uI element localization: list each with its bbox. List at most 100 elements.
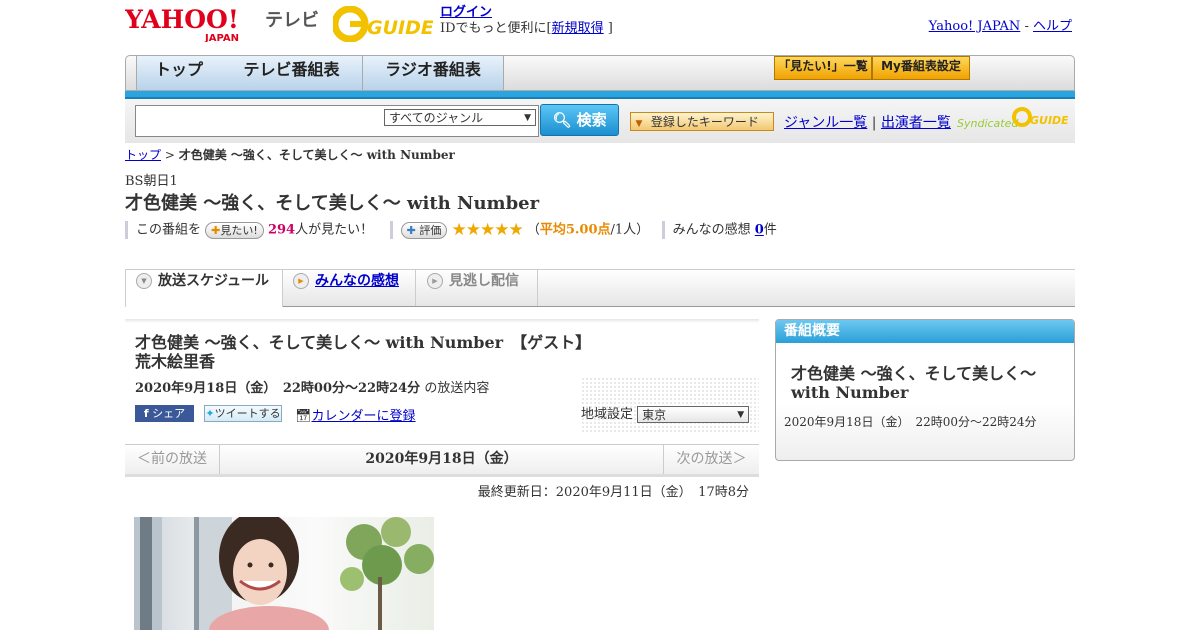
region-select[interactable]: 東京 ▼ xyxy=(637,406,750,423)
genre-select[interactable]: すべてのジャンル ▼ xyxy=(384,109,536,126)
tab-tv-schedule[interactable]: テレビ番組表 xyxy=(221,56,363,90)
play-icon: ▶ xyxy=(427,273,443,289)
rate-button-label: 評価 xyxy=(419,223,442,237)
search-links: ジャンル一覧 | 出演者一覧 xyxy=(784,112,951,132)
plus-icon: ✚ xyxy=(406,223,416,237)
search-button[interactable]: 🔍︎ 検索 xyxy=(540,104,619,136)
search-icon: 🔍︎ xyxy=(552,111,572,129)
this-program-label: この番組を xyxy=(136,222,202,238)
header-right-links: Yahoo! JAPAN - ヘルプ xyxy=(929,15,1072,34)
region-label: 地域設定 xyxy=(581,407,634,422)
plus-icon: ✚ xyxy=(211,223,221,237)
overview-header: 番組概要 xyxy=(776,320,1074,343)
page-title: 才色健美 ～強く、そして美しく～ with Number xyxy=(125,193,540,214)
yahoo-japan-logo[interactable]: YAHOO! JAPAN xyxy=(125,6,263,42)
gguide-logo: GUIDE xyxy=(333,6,433,42)
genre-list-link[interactable]: ジャンル一覧 xyxy=(784,115,867,131)
search-bar: すべてのジャンル ▼ 🔍︎ 検索 ▼ 登録したキーワード ジャンル一覧 | 出演… xyxy=(125,99,1075,143)
search-button-label: 検索 xyxy=(576,111,607,129)
facebook-share-label: シェア xyxy=(152,407,186,420)
chevron-down-icon: ▼ xyxy=(136,273,152,289)
calendar-register[interactable]: 📅︎カレンダーに登録 xyxy=(295,405,416,424)
tab-schedule-label: 放送スケジュール xyxy=(158,273,270,289)
triangle-down-icon: ▼ xyxy=(635,119,643,129)
impressions-suffix: 件 xyxy=(763,222,777,238)
want-list-button[interactable]: 「見たい!」一覧 xyxy=(774,56,872,80)
want-button[interactable]: ✚見たい! xyxy=(205,221,264,239)
content-tabs: ▼ 放送スケジュール ▶ みんなの感想 ▶ 見逃し配信 xyxy=(125,269,1075,307)
broadcast-pager: ＜前の放送 2020年9月18日（金） 次の放送＞ xyxy=(125,444,759,477)
login-area: ログイン IDでもっと便利に[新規取得 ] xyxy=(440,5,613,37)
svg-text:JAPAN: JAPAN xyxy=(204,33,239,42)
pager-current-date: 2020年9月18日（金） xyxy=(365,451,518,467)
divider xyxy=(661,221,665,239)
tab-impressions[interactable]: ▶ みんなの感想 xyxy=(283,270,416,306)
overview-title: 才色健美 ～強く、そして美しく～ with Number xyxy=(791,364,1037,402)
rating-count: /1人） xyxy=(610,222,650,238)
last-updated: 最終更新日：2020年9月11日（金） 17時8分 xyxy=(477,485,749,500)
main-nav: トップ テレビ番組表 ラジオ番組表 「見たい!」一覧 My番組表設定 xyxy=(125,55,1075,91)
breadcrumb-top-link[interactable]: トップ xyxy=(125,148,161,162)
tab-impressions-link[interactable]: みんなの感想 xyxy=(315,273,399,289)
login-link[interactable]: ログイン xyxy=(440,5,492,20)
episode-datetime: 2020年9月18日（金） 22時00分～22時24分 xyxy=(135,381,421,396)
genre-select-value: すべてのジャンル xyxy=(389,111,484,125)
breadcrumb-current: 才色健美 ～強く、そして美しく～ with Number xyxy=(178,148,455,162)
breadcrumb: トップ > 才色健美 ～強く、そして美しく～ with Number xyxy=(125,146,455,163)
keyword-button[interactable]: ▼ 登録したキーワード xyxy=(630,112,774,131)
svg-text:YAHOO!: YAHOO! xyxy=(125,6,239,34)
tab-radio-schedule[interactable]: ラジオ番組表 xyxy=(363,56,504,90)
syndicated-label: Syndicated xyxy=(957,117,1019,130)
tab-streaming-label: 見逃し配信 xyxy=(449,273,519,289)
impressions-count-link[interactable]: 0 xyxy=(755,223,764,238)
impressions-label: みんなの感想 xyxy=(672,222,751,238)
tv-label: テレビ xyxy=(265,10,319,31)
chevron-down-icon: ▼ xyxy=(737,410,745,420)
svg-text:GUIDE: GUIDE xyxy=(367,17,433,39)
want-count: 294 xyxy=(267,222,296,238)
breadcrumb-separator: > xyxy=(164,148,175,162)
guest-photo-illustration xyxy=(134,517,434,630)
login-prefix: IDでもっと便利に[ xyxy=(440,21,552,36)
tab-schedule[interactable]: ▼ 放送スケジュール xyxy=(125,270,283,307)
gguide-small-logo: GUIDE xyxy=(1012,107,1068,127)
login-suffix: ] xyxy=(607,21,613,36)
want-button-label: 見たい! xyxy=(220,223,258,237)
yahoo-japan-link[interactable]: Yahoo! JAPAN xyxy=(929,19,1021,34)
divider xyxy=(125,221,128,239)
next-broadcast: 次の放送＞ xyxy=(663,445,759,474)
region-select-value: 東京 xyxy=(642,408,667,422)
episode-title: 才色健美 ～強く、そして美しく～ with Number 【ゲスト】荒木絵里香 xyxy=(135,333,592,371)
region-setting: 地域設定 東京 ▼ xyxy=(581,403,750,423)
my-schedule-button[interactable]: My番組表設定 xyxy=(872,56,970,80)
episode-panel: 才色健美 ～強く、そして美しく～ with Number 【ゲスト】荒木絵里香 … xyxy=(125,319,759,500)
performer-list-link[interactable]: 出演者一覧 xyxy=(881,115,951,131)
tweet-label: ツイートする xyxy=(214,407,281,420)
program-overview-box: 番組概要 才色健美 ～強く、そして美しく～ with Number 2020年9… xyxy=(775,319,1075,461)
chevron-down-icon: ▼ xyxy=(524,113,531,123)
keyword-button-label: 登録したキーワード xyxy=(650,115,759,129)
calendar-link[interactable]: カレンダーに登録 xyxy=(312,409,416,424)
register-link[interactable]: 新規取得 xyxy=(552,21,604,36)
overview-time: 2020年9月18日（金） 22時00分～22時24分 xyxy=(784,415,1037,429)
calendar-icon: 📅︎ xyxy=(295,409,312,424)
facebook-icon: f xyxy=(143,407,149,420)
episode-datetime-row: 2020年9月18日（金） 22時00分～22時24分 の放送内容 xyxy=(135,377,489,396)
panel-top-shade xyxy=(125,319,759,323)
rate-button[interactable]: ✚ 評価 xyxy=(400,221,448,239)
nav-underline xyxy=(125,91,1075,99)
tab-top[interactable]: トップ xyxy=(136,56,222,90)
channel-name: BS朝日1 xyxy=(125,174,178,189)
svg-text:GUIDE: GUIDE xyxy=(1030,114,1068,127)
rating-average: 平均5.00点 xyxy=(539,222,611,238)
facebook-share-button[interactable]: f シェア xyxy=(135,405,194,422)
tweet-button[interactable]: ✦ツイートする xyxy=(204,405,282,422)
want-suffix: 人が見たい！ xyxy=(295,222,374,238)
rating-open: （ xyxy=(526,222,540,238)
help-link[interactable]: ヘルプ xyxy=(1033,19,1072,34)
program-meta: この番組を ✚見たい! 294人が見たい！ ✚ 評価 ★★★★★ （平均5.00… xyxy=(125,220,777,240)
site-header: YAHOO! JAPAN テレビ GUIDE ログイン IDでもっと便利に[新規… xyxy=(125,0,1075,55)
bird-icon: ✦ xyxy=(205,407,215,420)
play-icon: ▶ xyxy=(293,273,309,289)
divider xyxy=(389,221,393,239)
